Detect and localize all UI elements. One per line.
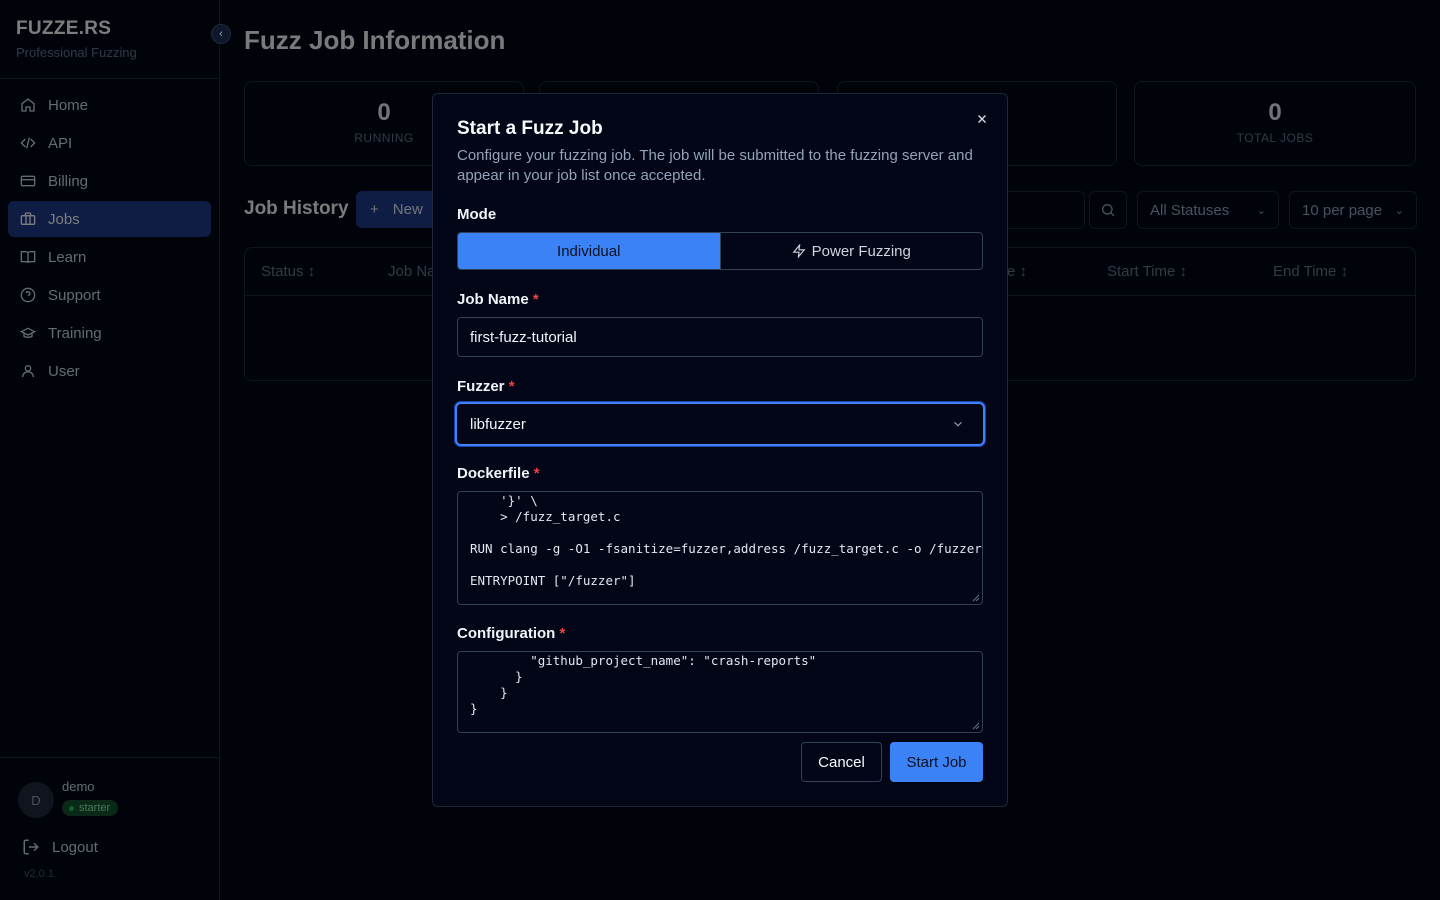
fuzzer-select[interactable]: libfuzzer	[455, 402, 985, 446]
code-line: '}' \	[470, 493, 538, 508]
mode-individual-label: Individual	[557, 242, 621, 260]
start-job-button[interactable]: Start Job	[890, 742, 983, 782]
dockerfile-textarea[interactable]: '}' \ > /fuzz_target.c RUN clang -g -O1 …	[457, 491, 983, 605]
dialog-title: Start a Fuzz Job	[457, 118, 603, 139]
required-marker: *	[508, 378, 515, 395]
dockerfile-label: Dockerfile *	[457, 465, 540, 482]
job-name-label: Job Name *	[457, 291, 539, 308]
job-name-value: first-fuzz-tutorial	[470, 328, 577, 346]
cancel-button[interactable]: Cancel	[801, 742, 882, 782]
close-button[interactable]	[973, 110, 991, 128]
lightning-icon	[792, 244, 806, 258]
fuzzer-value: libfuzzer	[470, 415, 526, 433]
collapse-sidebar-button[interactable]: ‹	[211, 24, 231, 44]
job-name-input[interactable]: first-fuzz-tutorial	[457, 317, 983, 357]
dialog-description: Configure your fuzzing job. The job will…	[457, 147, 973, 184]
fuzzer-label: Fuzzer *	[457, 378, 515, 395]
dialog-actions: Cancel Start Job	[801, 742, 983, 782]
mode-power-fuzzing-button[interactable]: Power Fuzzing	[719, 233, 983, 269]
configuration-textarea[interactable]: "github_project_name": "crash-reports" }…	[457, 651, 983, 733]
resize-handle-icon[interactable]	[972, 594, 980, 602]
code-line: ENTRYPOINT ["/fuzzer"]	[470, 573, 636, 588]
close-icon	[977, 114, 987, 124]
code-line: }	[470, 701, 478, 716]
resize-handle-icon[interactable]	[972, 722, 980, 730]
required-marker: *	[532, 291, 539, 308]
chevron-down-icon	[954, 421, 962, 427]
required-marker: *	[559, 625, 566, 642]
code-line: RUN clang -g -O1 -fsanitize=fuzzer,addre…	[470, 541, 982, 556]
mode-individual-button[interactable]: Individual	[458, 233, 720, 269]
code-line: "github_project_name": "crash-reports"	[470, 653, 817, 668]
mode-toggle: Individual Power Fuzzing	[457, 232, 983, 270]
code-line: }	[470, 669, 523, 684]
required-marker: *	[533, 465, 540, 482]
mode-label: Mode	[457, 206, 497, 223]
code-line: > /fuzz_target.c	[470, 509, 621, 524]
configuration-label: Configuration *	[457, 625, 566, 642]
start-fuzz-job-dialog: Start a Fuzz Job Configure your fuzzing …	[432, 93, 1008, 807]
chevron-left-icon: ‹	[219, 28, 223, 40]
mode-power-fuzzing-label: Power Fuzzing	[811, 242, 911, 260]
code-line: }	[470, 685, 508, 700]
